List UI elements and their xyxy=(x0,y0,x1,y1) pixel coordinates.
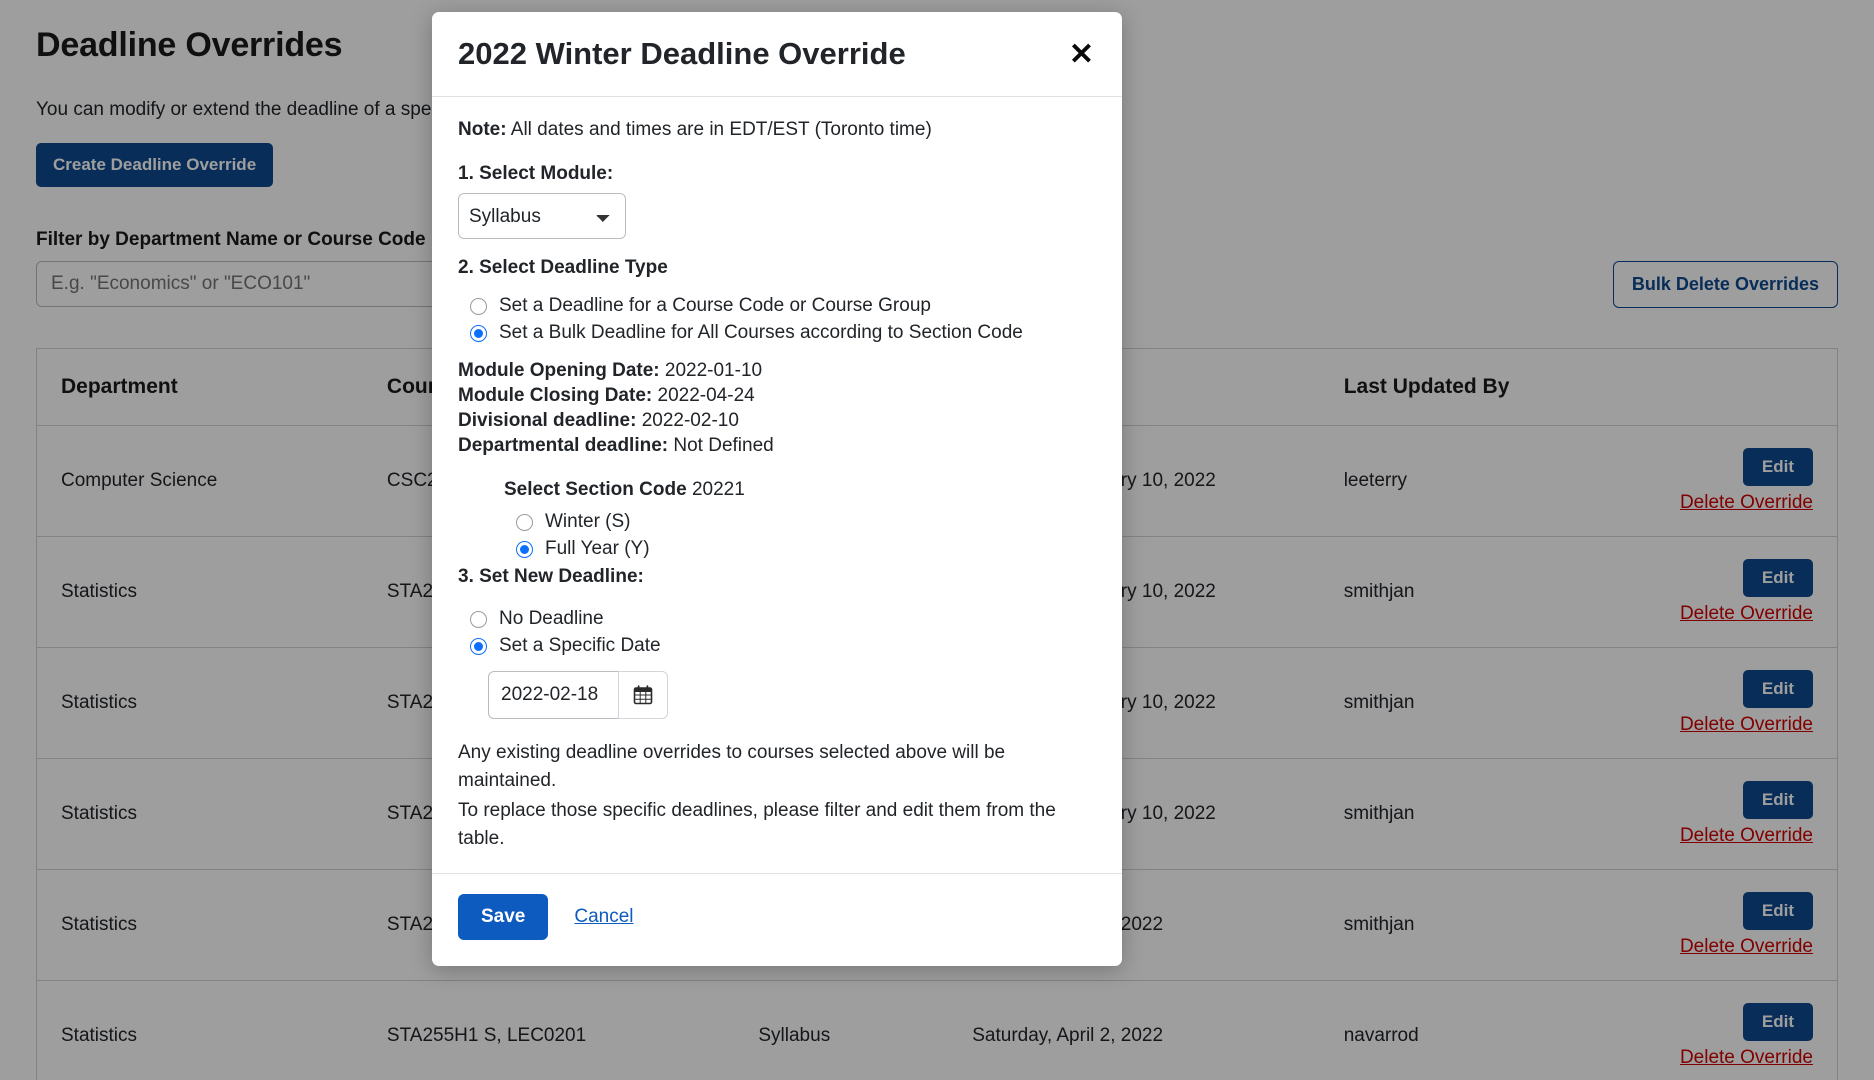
modal-header: 2022 Winter Deadline Override ✕ xyxy=(432,12,1122,97)
departmental-deadline-label: Departmental deadline: xyxy=(458,435,669,456)
divisional-deadline-line: Divisional deadline: 2022-02-10 xyxy=(458,410,1096,432)
module-closing-date-label: Module Closing Date: xyxy=(458,385,653,406)
module-closing-date-value: 2022-04-24 xyxy=(652,385,755,406)
module-opening-date-line: Module Opening Date: 2022-01-10 xyxy=(458,360,1096,382)
note-text: All dates and times are in EDT/EST (Toro… xyxy=(506,119,932,140)
step-3-label: 3. Set New Deadline: xyxy=(458,566,644,587)
radio-winter[interactable] xyxy=(516,513,533,531)
radio-full-year[interactable] xyxy=(516,540,533,558)
deadline-date-input[interactable] xyxy=(488,671,618,719)
module-closing-date-line: Module Closing Date: 2022-04-24 xyxy=(458,385,1096,407)
note-bold-label: Note: xyxy=(458,119,507,140)
module-info-block: Module Opening Date: 2022-01-10 Module C… xyxy=(458,360,1096,457)
radio-row-no-deadline[interactable]: No Deadline xyxy=(458,608,1096,630)
module-opening-date-value: 2022-01-10 xyxy=(659,360,763,381)
radio-label-winter[interactable]: Winter (S) xyxy=(545,511,631,533)
radio-label-bulk-deadline[interactable]: Set a Bulk Deadline for All Courses acco… xyxy=(499,322,1023,344)
section-code-label: Select Section Code xyxy=(504,479,687,500)
deadline-override-modal: 2022 Winter Deadline Override ✕ Note: Al… xyxy=(432,12,1122,967)
modal-body: Note: All dates and times are in EDT/EST… xyxy=(432,97,1122,873)
radio-bulk-deadline[interactable] xyxy=(470,324,487,342)
radio-label-no-deadline[interactable]: No Deadline xyxy=(499,608,604,630)
footnote-line-2: To replace those specific deadlines, ple… xyxy=(458,800,1056,849)
divisional-deadline-label: Divisional deadline: xyxy=(458,410,637,431)
radio-row-course-code-deadline[interactable]: Set a Deadline for a Course Code or Cour… xyxy=(458,295,1096,317)
timezone-note: Note: All dates and times are in EDT/EST… xyxy=(458,119,1096,141)
calendar-icon[interactable] xyxy=(618,671,668,719)
radio-row-specific-date[interactable]: Set a Specific Date xyxy=(458,635,1096,657)
step-2-label: 2. Select Deadline Type xyxy=(458,257,668,278)
modal-footer: Save Cancel xyxy=(432,873,1122,966)
radio-label-course-code-deadline[interactable]: Set a Deadline for a Course Code or Cour… xyxy=(499,295,931,317)
footnote-block: Any existing deadline overrides to cours… xyxy=(458,739,1096,852)
radio-no-deadline[interactable] xyxy=(470,610,487,628)
date-picker-group xyxy=(488,671,668,719)
section-code-line: Select Section Code 20221 xyxy=(458,479,1096,501)
module-select[interactable]: Syllabus xyxy=(458,193,626,239)
footnote-line-1: Any existing deadline overrides to cours… xyxy=(458,742,1006,791)
radio-row-bulk-deadline[interactable]: Set a Bulk Deadline for All Courses acco… xyxy=(458,322,1096,344)
divisional-deadline-value: 2022-02-10 xyxy=(636,410,739,431)
module-opening-date-label: Module Opening Date: xyxy=(458,360,660,381)
radio-specific-date[interactable] xyxy=(470,637,487,655)
save-button[interactable]: Save xyxy=(458,894,549,941)
modal-title: 2022 Winter Deadline Override xyxy=(458,36,906,71)
radio-row-full-year[interactable]: Full Year (Y) xyxy=(458,538,1096,560)
radio-label-full-year[interactable]: Full Year (Y) xyxy=(545,538,650,560)
step-1-label: 1. Select Module: xyxy=(458,163,614,184)
cancel-link[interactable]: Cancel xyxy=(574,906,633,928)
radio-label-specific-date[interactable]: Set a Specific Date xyxy=(499,635,661,657)
departmental-deadline-value: Not Defined xyxy=(668,435,774,456)
close-icon[interactable]: ✕ xyxy=(1067,36,1096,74)
radio-row-winter[interactable]: Winter (S) xyxy=(458,511,1096,533)
radio-course-code-deadline[interactable] xyxy=(470,297,487,315)
departmental-deadline-line: Departmental deadline: Not Defined xyxy=(458,435,1096,457)
app-root: Deadline Overrides You can modify or ext… xyxy=(0,0,1874,1080)
section-code-value: 20221 xyxy=(686,479,745,500)
